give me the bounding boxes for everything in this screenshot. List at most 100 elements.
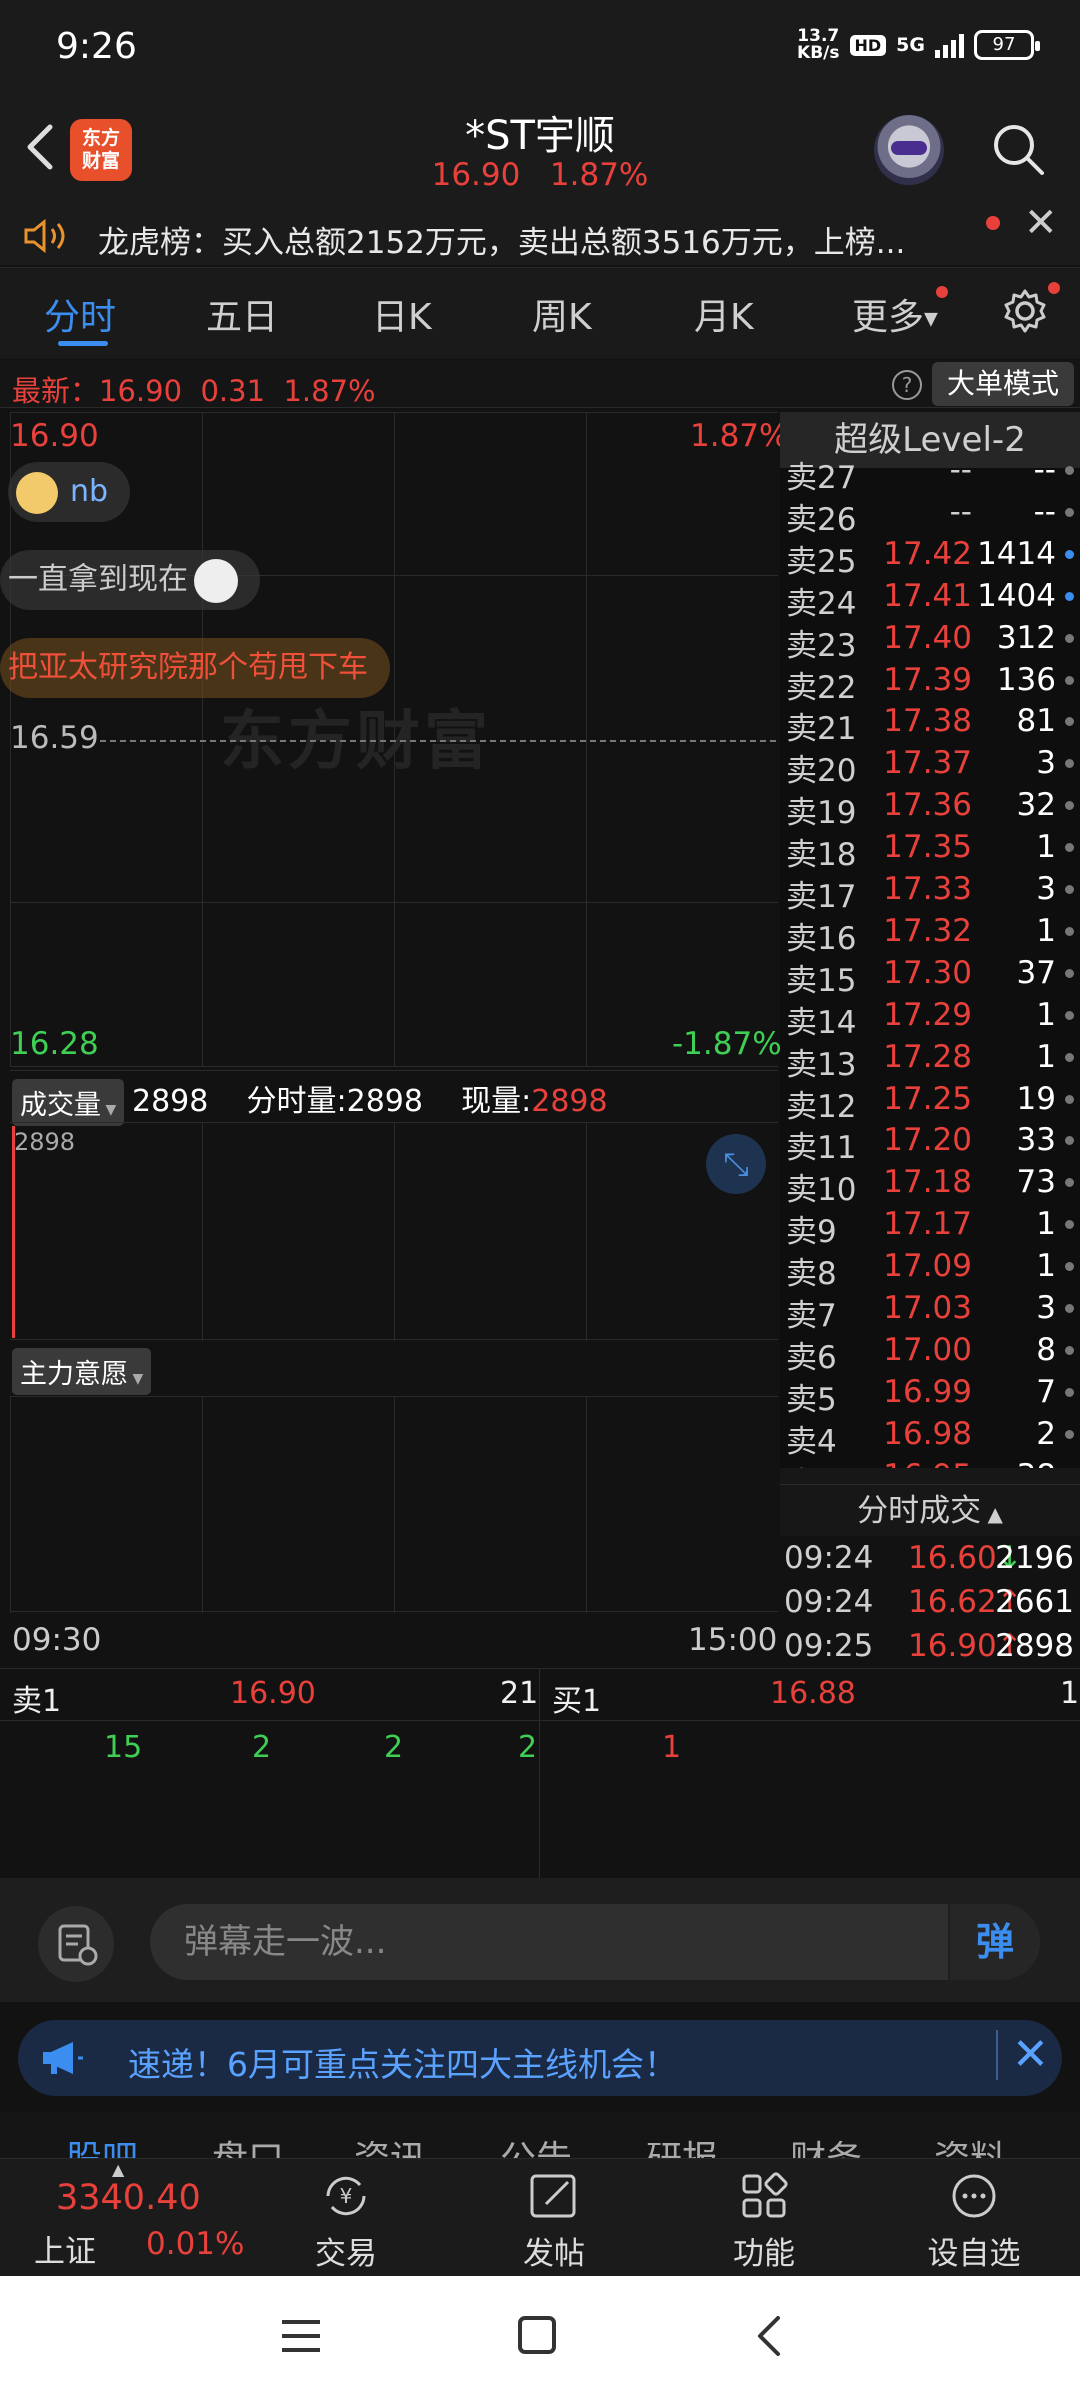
level-price: 17.37 (883, 745, 972, 782)
danmu-bubble[interactable]: 把亚太研究院那个苟甩下车 (0, 638, 390, 698)
level-label: 卖22 (786, 669, 857, 706)
level-dot (1065, 507, 1074, 517)
grid-line (10, 902, 778, 903)
nav-add-watchlist[interactable]: 设自选 (904, 2170, 1044, 2273)
level-price: 17.42 (883, 535, 972, 572)
latest-price-text: 最新：16.90 0.31 1.87% (12, 374, 376, 408)
buy1-qty: 1 (1060, 1676, 1080, 1711)
order-book-row: 卖13 17.28 1 (784, 1039, 1080, 1083)
home-icon[interactable] (516, 2314, 558, 2360)
edit-icon (530, 2174, 576, 2218)
menu-icon[interactable] (280, 2316, 322, 2360)
tab-pankou[interactable]: 盘口 (212, 2130, 284, 2158)
divider (0, 1720, 1080, 1721)
status-icons: 13.7 KB/s HD 5G 97 (797, 28, 1040, 62)
tab-research[interactable]: 研报 (646, 2130, 718, 2158)
level-price: 17.17 (883, 1206, 972, 1243)
level-label: 卖27 (786, 460, 857, 496)
order-book-row: 卖12 17.25 19 (784, 1081, 1080, 1125)
back-nav-icon[interactable] (752, 2314, 784, 2362)
level-dot (1065, 1262, 1074, 1272)
level-dot (1065, 549, 1074, 559)
tab-announcements[interactable]: 公告 (500, 2130, 572, 2158)
level-qty: 3 (1036, 1290, 1056, 1326)
trade-tick-row: 09:24 16.60↓ 2196 (784, 1540, 1080, 1584)
status-time: 9:26 (56, 26, 137, 67)
trade-ticks-title[interactable]: 分时成交 ▲ (780, 1484, 1080, 1536)
big-order-mode-button[interactable]: 大单模式 (932, 362, 1074, 406)
index-value[interactable]: 3340.40 (56, 2178, 201, 2218)
tab-profile[interactable]: 资料 (934, 2130, 1006, 2158)
level-dot (1065, 1220, 1074, 1230)
close-icon[interactable]: ✕ (996, 2030, 1049, 2080)
force-chart[interactable] (10, 1396, 778, 1613)
level-dot (1065, 1136, 1074, 1146)
trade-tick-row: 09:25 16.90↑ 2898 (784, 1628, 1080, 1672)
tab-intraday[interactable]: 分时 (44, 288, 116, 340)
danmu-input[interactable]: 弹幕走一波... (150, 1904, 1040, 1980)
robot-assistant-icon[interactable] (874, 115, 944, 185)
more-reddot (936, 286, 948, 298)
help-icon[interactable]: ? (892, 370, 922, 400)
tab-guba[interactable]: 股吧 (66, 2130, 138, 2158)
level-label: 卖14 (786, 1004, 857, 1041)
settings-reddot (1048, 282, 1060, 294)
level-label: 卖4 (786, 1423, 837, 1460)
gear-icon[interactable] (1000, 286, 1050, 340)
volume-axis-max: 2898 (14, 1128, 76, 1156)
danmu-bubble[interactable]: 一直拿到现在 (0, 550, 260, 610)
avatar (16, 471, 58, 514)
expand-icon[interactable]: ⤡ (706, 1134, 766, 1194)
level-qty: 136 (996, 661, 1056, 698)
price-high-label: 16.90 (10, 418, 99, 454)
danmu-toggle-icon[interactable] (38, 1906, 114, 1982)
search-icon[interactable] (990, 121, 1046, 177)
tab-monthly-k[interactable]: 月K (694, 288, 754, 340)
grid-line (394, 1397, 395, 1613)
order-book-row: 卖5 16.99 7 (784, 1374, 1080, 1418)
level-price: 17.18 (883, 1164, 972, 1201)
nav-post[interactable]: 发帖 (484, 2170, 624, 2273)
close-icon[interactable]: ✕ (1024, 200, 1058, 246)
tab-five-day[interactable]: 五日 (206, 288, 278, 340)
force-indicator-dropdown[interactable]: 主力意愿 ▼ (12, 1348, 152, 1395)
order-book-row: 卖15 17.30 37 (784, 955, 1080, 999)
tab-daily-k[interactable]: 日K (372, 288, 432, 340)
danmu-send-button[interactable]: 弹 (948, 1904, 1040, 1980)
time-axis-start: 09:30 (12, 1622, 102, 1658)
buy1-price: 16.88 (770, 1676, 856, 1711)
nav-trade[interactable]: ¥ 交易 (276, 2170, 416, 2273)
tab-weekly-k[interactable]: 周K (532, 288, 592, 340)
index-pct: 0.01% (146, 2226, 245, 2262)
chevron-down-icon: ▼ (924, 308, 938, 330)
level-label: 卖11 (786, 1130, 857, 1167)
trade-tick-row: 09:24 16.62↑ 2661 (784, 1584, 1080, 1628)
volume-chart[interactable] (10, 1122, 778, 1341)
dragon-tiger-banner[interactable]: 龙虎榜：买入总额2152万元，卖出总额3516万元，上榜... (0, 205, 1080, 265)
volume-indicator-dropdown[interactable]: 成交量 ▼ (12, 1079, 125, 1126)
battery-icon: 97 (974, 30, 1040, 60)
buy-queue-item: 1 (662, 1730, 682, 1765)
order-book-row: 卖25 17.42 1414 (784, 535, 1080, 580)
order-book-row: 卖24 17.41 1404 (784, 577, 1080, 622)
nav-functions[interactable]: 功能 (694, 2170, 834, 2273)
level-label: 卖15 (786, 962, 857, 999)
tab-more[interactable]: 更多▼ (852, 288, 938, 340)
danmu-bubble[interactable]: nb (8, 462, 131, 522)
tab-finance[interactable]: 财务 (790, 2130, 862, 2158)
level-qty: 33 (1016, 1122, 1056, 1159)
level-label: 卖10 (786, 1172, 857, 1209)
level-price: 17.00 (883, 1331, 972, 1368)
level-qty: 81 (1016, 703, 1056, 740)
order-book-row: 卖26 -- -- (784, 494, 1080, 538)
level-qty: 1404 (977, 577, 1056, 614)
order-book-row: 卖16 17.32 1 (784, 913, 1080, 957)
grid-line (10, 412, 778, 413)
force-header: 主力意愿 ▼ (10, 1340, 778, 1396)
level-qty: 3 (1036, 745, 1056, 782)
buy1-label: 买1 (552, 1684, 602, 1719)
grid-line (586, 1123, 587, 1341)
level-label: 卖26 (786, 501, 857, 538)
tab-news[interactable]: 资讯 (354, 2130, 426, 2158)
emoji-icon (194, 558, 238, 603)
